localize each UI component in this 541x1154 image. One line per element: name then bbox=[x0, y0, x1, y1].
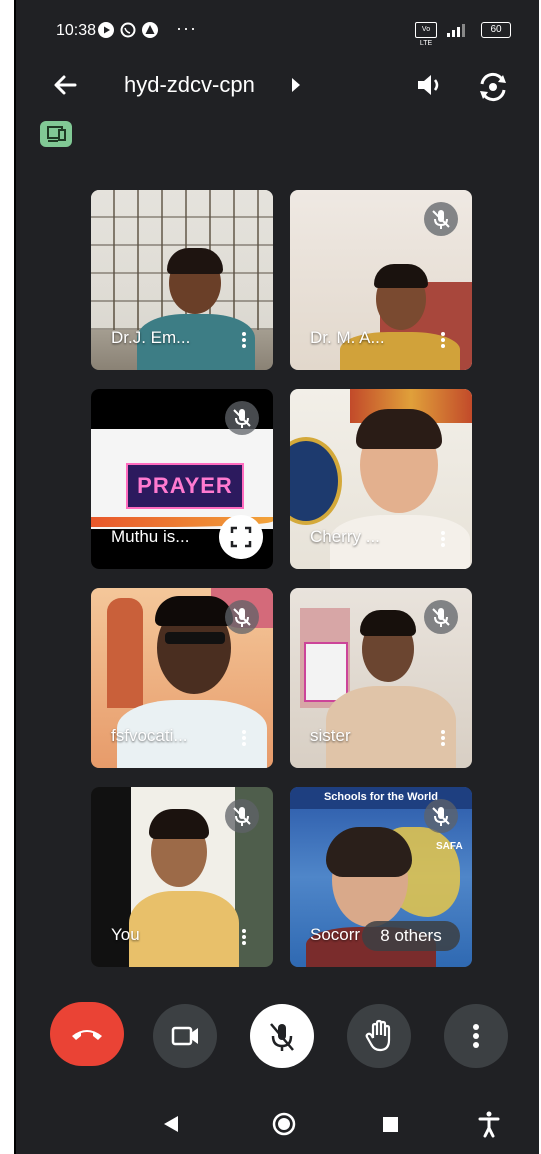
participant-name: Muthu is... bbox=[111, 527, 190, 546]
end-call-icon bbox=[72, 1030, 102, 1040]
camera-toggle-button[interactable] bbox=[153, 1004, 217, 1068]
mic-toggle-button[interactable] bbox=[250, 1004, 314, 1068]
back-arrow-icon[interactable] bbox=[50, 70, 80, 100]
participant-name: Cherry ... bbox=[310, 527, 380, 546]
call-app-bar: hyd-zdcv-cpn bbox=[16, 60, 539, 110]
mic-off-icon bbox=[424, 799, 458, 833]
participant-name: Dr.J. Em... bbox=[111, 328, 191, 347]
nav-recents-icon[interactable] bbox=[376, 1106, 406, 1142]
battery-indicator: 60 bbox=[481, 22, 511, 38]
nav-back-icon[interactable] bbox=[156, 1106, 186, 1142]
system-indicators: Vo LTE 60 bbox=[415, 22, 511, 47]
mic-off-icon bbox=[424, 600, 458, 634]
more-options-button[interactable] bbox=[444, 1004, 508, 1068]
participant-name: Socorr bbox=[310, 925, 361, 944]
self-view-tile[interactable]: You bbox=[91, 787, 273, 967]
cast-device-icon bbox=[47, 126, 66, 142]
participant-tile[interactable]: PRAYER Muthu is... bbox=[91, 389, 273, 569]
more-vert-icon[interactable] bbox=[440, 529, 446, 551]
prayer-slide: PRAYER bbox=[126, 463, 244, 509]
participant-name: You bbox=[111, 925, 140, 944]
flip-camera-icon[interactable] bbox=[476, 70, 510, 104]
raise-hand-icon bbox=[365, 1019, 391, 1052]
mic-off-icon bbox=[225, 401, 259, 435]
others-count-chip[interactable]: 8 others bbox=[362, 921, 460, 951]
mic-off-icon bbox=[225, 799, 259, 833]
more-notifications: ··· bbox=[176, 18, 197, 38]
more-vert-icon bbox=[473, 1024, 479, 1048]
nav-home-icon[interactable] bbox=[266, 1106, 302, 1142]
status-time: 10:38 bbox=[56, 22, 97, 39]
participant-tile[interactable]: Dr.J. Em... bbox=[91, 190, 273, 370]
participant-name: Dr. M. A... bbox=[310, 328, 385, 347]
participant-tile[interactable]: Dr. M. A... bbox=[290, 190, 472, 370]
cast-device-button[interactable] bbox=[40, 121, 72, 147]
participant-tile[interactable]: sister bbox=[290, 588, 472, 768]
participant-name: fsfvocati... bbox=[111, 726, 188, 745]
mic-off-icon bbox=[270, 1023, 294, 1051]
volte-badge: Vo LTE bbox=[415, 22, 437, 47]
youtube-notification-icon bbox=[98, 22, 114, 38]
mic-off-icon bbox=[225, 600, 259, 634]
participant-tile[interactable]: fsfvocati... bbox=[91, 588, 273, 768]
dropdown-arrow-icon[interactable] bbox=[292, 78, 300, 92]
app-notification-icon bbox=[142, 22, 158, 38]
status-bar: 10:38 ··· Vo LTE 60 bbox=[16, 0, 539, 64]
participant-tile[interactable]: Cherry ... bbox=[290, 389, 472, 569]
more-vert-icon[interactable] bbox=[241, 728, 247, 750]
notification-icons bbox=[98, 22, 158, 38]
more-vert-icon[interactable] bbox=[440, 728, 446, 750]
more-vert-icon[interactable] bbox=[440, 330, 446, 352]
fullscreen-icon[interactable] bbox=[219, 515, 263, 559]
raise-hand-button[interactable] bbox=[347, 1004, 411, 1068]
mic-off-icon bbox=[424, 202, 458, 236]
prayer-slide-title: PRAYER bbox=[137, 473, 233, 498]
more-vert-icon[interactable] bbox=[241, 330, 247, 352]
more-vert-icon[interactable] bbox=[241, 927, 247, 949]
signal-icon bbox=[447, 24, 465, 37]
others-tile[interactable]: Schools for the World SAFA Socorr 8 othe… bbox=[290, 787, 472, 967]
end-call-button[interactable] bbox=[50, 1002, 124, 1066]
meeting-code[interactable]: hyd-zdcv-cpn bbox=[124, 72, 255, 98]
slide-logo: SAFA bbox=[436, 841, 463, 852]
camera-icon bbox=[171, 1026, 198, 1046]
speaker-icon[interactable] bbox=[414, 70, 444, 100]
whatsapp-notification-icon bbox=[120, 22, 136, 38]
meet-call-screen: 10:38 ··· Vo LTE 60 hyd-zdcv-cpn Dr.J. E… bbox=[16, 0, 539, 1154]
accessibility-icon[interactable] bbox=[474, 1106, 504, 1142]
participant-name: sister bbox=[310, 726, 351, 745]
